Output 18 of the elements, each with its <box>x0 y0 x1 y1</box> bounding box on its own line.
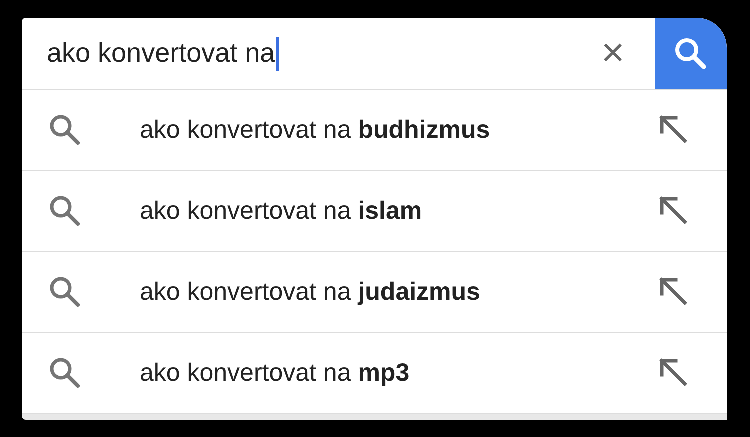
suggestion-item[interactable]: ako konvertovat na mp3 <box>22 333 727 414</box>
search-icon <box>48 113 82 148</box>
suggestion-text: ako konvertovat na islam <box>140 196 424 226</box>
search-icon <box>48 194 82 228</box>
suggestion-item[interactable]: ako konvertovat na judaizmus <box>22 252 727 334</box>
text-cursor <box>276 36 280 71</box>
suggestion-item[interactable]: ako konvertovat na budhizmus <box>22 90 727 172</box>
search-text: ako konvertovat na <box>47 38 276 70</box>
clear-button[interactable]: × <box>583 18 643 90</box>
search-field[interactable]: ako konvertovat na <box>22 18 583 90</box>
suggestion-item[interactable]: ako konvertovat na islam <box>22 171 727 252</box>
search-icon <box>48 275 82 310</box>
suggestion-text: ako konvertovat na mp3 <box>140 358 411 388</box>
suggestion-text: ako konvertovat na judaizmus <box>140 278 482 307</box>
search-icon <box>674 36 708 71</box>
search-button[interactable] <box>655 18 727 90</box>
suggestion-text: ako konvertovat na budhizmus <box>140 116 492 145</box>
search-icon <box>48 356 82 390</box>
